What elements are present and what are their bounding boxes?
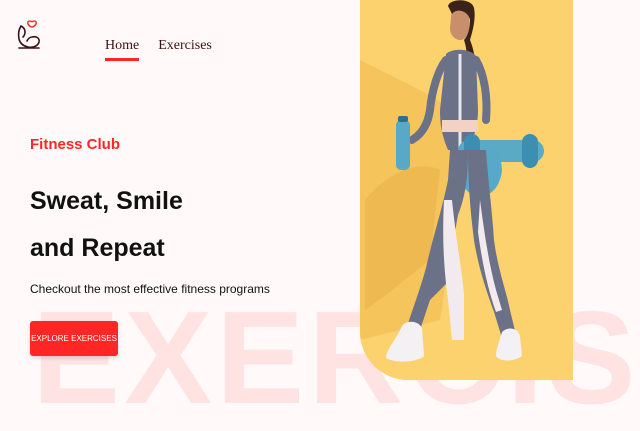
nav-link-exercises[interactable]: Exercises (158, 38, 212, 61)
hero-banner-image (360, 0, 573, 380)
muscle-arm-heart-icon (17, 20, 40, 49)
explore-exercises-button[interactable]: EXPLORE EXERCISES (30, 321, 118, 356)
hero-headline: Sweat, Smile and Repeat (30, 178, 183, 272)
logo[interactable] (14, 18, 42, 52)
hero-headline-line-2: and Repeat (30, 234, 165, 262)
hero-subtext: Checkout the most effective fitness prog… (30, 282, 270, 296)
nav-link-home[interactable]: Home (105, 38, 140, 61)
hero-headline-line-1: Sweat, Smile (30, 187, 183, 215)
main-nav: Home Exercises (105, 38, 212, 61)
hero-photo-illustration (360, 0, 573, 380)
hero-eyebrow: Fitness Club (30, 136, 121, 153)
